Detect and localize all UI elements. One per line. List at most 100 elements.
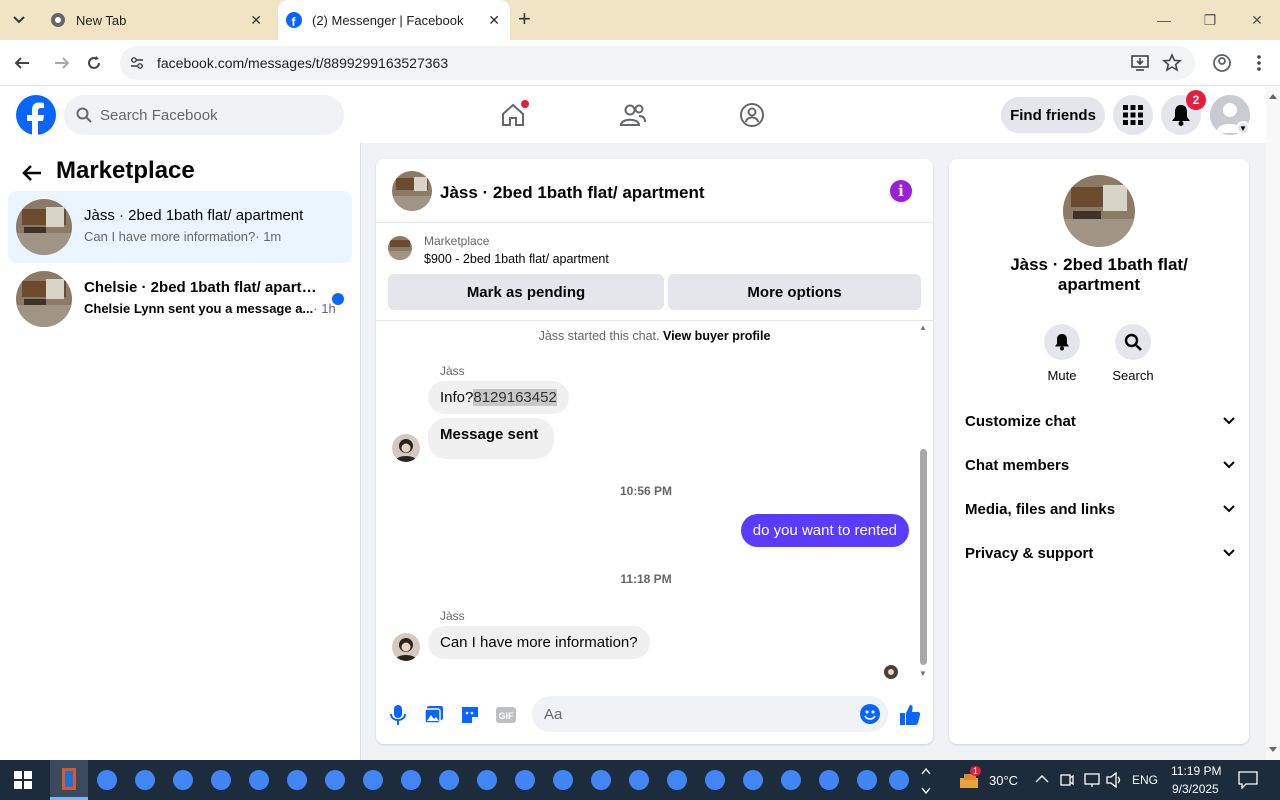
chat-members-section[interactable]: Chat members xyxy=(965,453,1235,477)
restore-button[interactable]: ❐ xyxy=(1187,0,1233,40)
microphone-icon[interactable] xyxy=(386,703,410,727)
clock-date[interactable]: 9/3/2025 xyxy=(1172,782,1219,796)
close-window-button[interactable]: ✕ xyxy=(1234,0,1280,40)
listing-thumbnail xyxy=(388,236,412,260)
profile-button[interactable] xyxy=(1209,50,1235,76)
menu-button[interactable] xyxy=(1113,95,1153,135)
notification-badge: 2 xyxy=(1186,90,1206,110)
groups-nav-button[interactable] xyxy=(732,97,772,133)
chat-info-pane: Jàss · 2bed 1bath flat/ apartment Mute S… xyxy=(949,159,1249,744)
new-tab-button[interactable]: + xyxy=(518,8,531,30)
customize-chat-section[interactable]: Customize chat xyxy=(965,409,1235,433)
chevron-down-icon xyxy=(1223,549,1235,557)
avatar[interactable] xyxy=(392,171,432,211)
message-composer: GIF xyxy=(376,686,933,744)
list-item[interactable]: Chelsie · 2bed 1bath flat/ apartm... Che… xyxy=(8,263,352,335)
volume-icon[interactable] xyxy=(1106,772,1124,788)
avatar[interactable] xyxy=(392,434,420,462)
site-settings-icon[interactable] xyxy=(128,54,146,72)
tab-messenger[interactable]: f (2) Messenger | Facebook ✕ xyxy=(278,0,510,40)
message-bubble: Can I have more information? xyxy=(428,626,650,659)
list-item[interactable]: Jàss · 2bed 1bath flat/ apartment Can I … xyxy=(8,191,352,263)
search-label: Search xyxy=(1112,368,1154,383)
thumbs-up-icon[interactable] xyxy=(898,703,922,727)
search-in-chat-button[interactable]: Search xyxy=(1103,324,1163,383)
clock-time[interactable]: 11:19 PM xyxy=(1171,764,1221,778)
find-friends-button[interactable]: Find friends xyxy=(1001,97,1105,133)
taskbar-active-app[interactable] xyxy=(50,760,88,800)
timestamp: 11:18 PM xyxy=(620,572,672,586)
listing-label: Marketplace xyxy=(424,234,490,248)
message-input[interactable] xyxy=(544,696,844,732)
browser-tab-strip: New Tab ✕ f (2) Messenger | Facebook ✕ +… xyxy=(0,0,1280,40)
tab-new-tab[interactable]: New Tab ✕ xyxy=(40,0,272,40)
facebook-search[interactable] xyxy=(64,95,344,135)
network-icon[interactable] xyxy=(1084,772,1100,788)
message-bubble: do you want to rented xyxy=(740,514,909,547)
page-scrollbar[interactable] xyxy=(1266,87,1280,760)
more-options-button[interactable]: More options xyxy=(668,274,921,310)
back-button[interactable] xyxy=(9,50,35,76)
info-icon[interactable]: i xyxy=(890,180,912,202)
emoji-icon[interactable] xyxy=(860,704,880,724)
temperature[interactable]: 30°C xyxy=(989,773,1018,788)
mute-label: Mute xyxy=(1047,368,1077,383)
scrollbar-thumb[interactable] xyxy=(920,449,927,665)
chevron-down-icon xyxy=(1223,417,1235,425)
weather-badge: 1 xyxy=(970,766,982,776)
arrow-left-icon xyxy=(22,165,41,181)
message-input-wrapper[interactable] xyxy=(532,696,888,732)
avatar[interactable] xyxy=(392,633,420,661)
scroll-down-icon[interactable]: ▼ xyxy=(919,669,927,678)
chat-name: Jàss · 2bed 1bath flat/ apartment xyxy=(1010,255,1188,294)
chrome-menu-button[interactable] xyxy=(1246,50,1272,76)
grid-icon xyxy=(1123,105,1143,125)
install-app-icon[interactable] xyxy=(1130,53,1150,73)
back-button[interactable] xyxy=(18,159,46,187)
scroll-up-icon[interactable]: ▲ xyxy=(919,323,927,332)
view-buyer-profile-link[interactable]: View buyer profile xyxy=(663,329,770,343)
bookmark-star-icon[interactable] xyxy=(1162,53,1182,73)
meet-icon[interactable] xyxy=(1060,772,1074,788)
sticker-icon[interactable] xyxy=(458,703,482,727)
chevron-down-icon xyxy=(1223,505,1235,513)
address-bar[interactable]: facebook.com/messages/t/8899299163527363 xyxy=(120,46,1195,80)
minimize-button[interactable]: — xyxy=(1141,0,1187,40)
weather-icon[interactable]: 1 xyxy=(956,766,982,792)
privacy-support-section[interactable]: Privacy & support xyxy=(965,541,1235,565)
language-indicator[interactable]: ENG xyxy=(1132,773,1158,787)
facebook-logo-icon[interactable] xyxy=(16,95,56,135)
windows-start-icon[interactable] xyxy=(14,771,32,789)
chat-title[interactable]: Jàss · 2bed 1bath flat/ apartment xyxy=(440,183,705,203)
chevron-up-icon[interactable] xyxy=(1035,774,1049,784)
taskbar-chrome-windows[interactable] xyxy=(95,768,915,792)
close-tab-icon[interactable]: ✕ xyxy=(250,12,262,29)
notification-center-icon[interactable] xyxy=(1238,771,1258,789)
listing-title[interactable]: $900 - 2bed 1bath flat/ apartment xyxy=(424,252,609,266)
tab-search-button[interactable] xyxy=(5,7,33,33)
message-scrollbar[interactable]: ▲ ▼ xyxy=(917,321,929,686)
taskbar-overflow-arrows[interactable] xyxy=(920,762,932,798)
conversation-preview: Chelsie Lynn sent you a message a... · 1… xyxy=(84,301,336,316)
chrome-icon xyxy=(50,12,66,28)
tab-title: New Tab xyxy=(76,12,127,28)
mark-as-pending-button[interactable]: Mark as pending xyxy=(388,274,664,310)
search-input[interactable] xyxy=(100,95,330,135)
conversation-title: Jàss · 2bed 1bath flat/ apartment xyxy=(84,207,304,224)
close-tab-icon[interactable]: ✕ xyxy=(488,12,500,29)
mute-button[interactable]: Mute xyxy=(1032,324,1092,383)
message-bubble: Message sent xyxy=(428,418,555,459)
media-files-links-section[interactable]: Media, files and links xyxy=(965,497,1235,521)
listing-thumbnail xyxy=(16,271,72,327)
forward-button[interactable] xyxy=(49,50,75,76)
friends-nav-button[interactable] xyxy=(613,97,653,133)
chevron-down-icon[interactable]: ▼ xyxy=(1236,121,1250,135)
chat-start-notice: Jàss started this chat. View buyer profi… xyxy=(538,329,771,343)
seen-avatar xyxy=(884,665,898,679)
message-bubble: Info?8129163452 xyxy=(428,381,569,414)
gif-icon[interactable]: GIF xyxy=(494,703,518,727)
reload-button[interactable] xyxy=(81,50,107,76)
listing-banner: Marketplace $900 - 2bed 1bath flat/ apar… xyxy=(376,223,933,321)
photo-icon[interactable] xyxy=(422,703,446,727)
chevron-down-icon xyxy=(1223,461,1235,469)
